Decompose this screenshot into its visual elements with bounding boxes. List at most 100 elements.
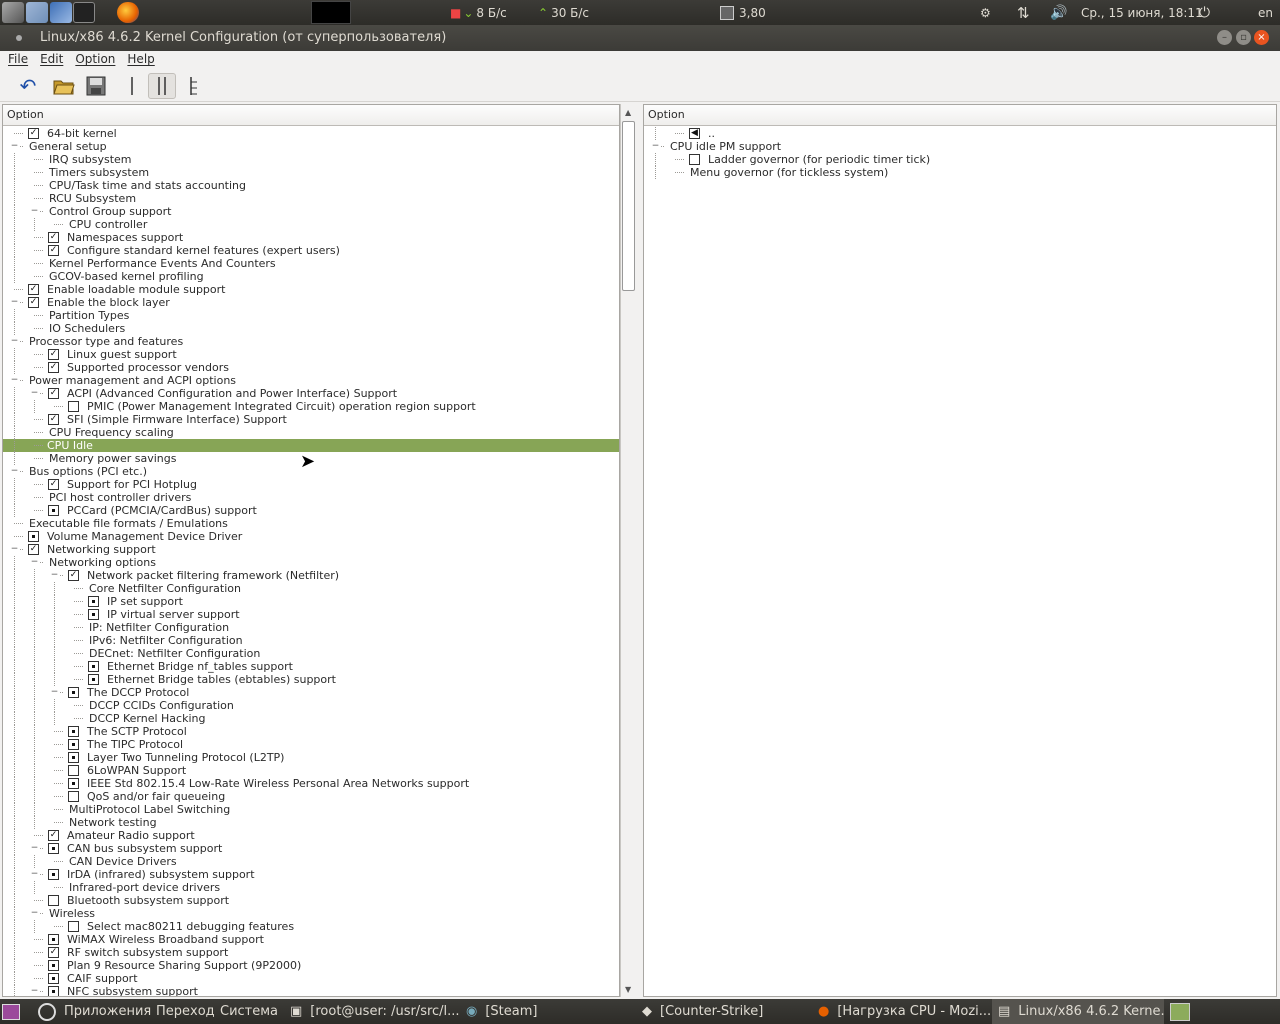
tree-row[interactable]: Executable file formats / Emulations xyxy=(3,517,619,530)
collapse-icon[interactable]: − xyxy=(10,142,19,152)
tree-row[interactable]: ✓ SFI (Simple Firmware Interface) Support xyxy=(3,413,619,426)
keyboard-layout[interactable]: en xyxy=(1258,0,1273,25)
module-checkbox[interactable] xyxy=(68,752,79,763)
collapse-icon[interactable]: − xyxy=(651,142,660,152)
menu-help[interactable]: Help xyxy=(123,51,158,70)
collapse-icon[interactable]: − xyxy=(10,467,19,477)
empty-checkbox[interactable] xyxy=(68,401,79,412)
tree-row[interactable]: 6LoWPAN Support xyxy=(3,764,619,777)
task-firefox[interactable]: ● [Нагрузка CPU - Mozi... xyxy=(818,999,990,1024)
checked-checkbox[interactable]: ✓ xyxy=(48,362,59,373)
tree-row[interactable]: − CAN bus subsystem support xyxy=(3,842,619,855)
tree-row[interactable]: − Wireless xyxy=(3,907,619,920)
tree-row[interactable]: CPU/Task time and stats accounting xyxy=(3,179,619,192)
module-checkbox[interactable] xyxy=(48,843,59,854)
tree-row[interactable]: ✓ Configure standard kernel features (exp… xyxy=(3,244,619,257)
module-checkbox[interactable] xyxy=(68,687,79,698)
scrollbar-thumb[interactable] xyxy=(622,121,635,291)
tree-row[interactable]: Menu governor (for tickless system) xyxy=(644,166,1276,179)
full-view-icon[interactable] xyxy=(180,73,208,99)
network-transfer-icon[interactable]: ⇅ xyxy=(1017,0,1030,25)
minimize-icon[interactable]: – xyxy=(1217,30,1232,45)
module-checkbox[interactable] xyxy=(88,661,99,672)
single-view-icon[interactable] xyxy=(118,73,146,99)
files-launcher-icon[interactable] xyxy=(26,2,48,23)
checked-checkbox[interactable]: ✓ xyxy=(48,414,59,425)
tree-row[interactable]: ✓ Support for PCI Hotplug xyxy=(3,478,619,491)
collapse-icon[interactable]: − xyxy=(50,688,59,698)
checked-checkbox[interactable]: ✓ xyxy=(48,830,59,841)
tree-row[interactable]: Core Netfilter Configuration xyxy=(3,582,619,595)
tree-row[interactable]: − Power management and ACPI options xyxy=(3,374,619,387)
split-view-icon[interactable] xyxy=(148,73,176,99)
right-column-header[interactable]: Option xyxy=(644,105,1276,126)
window-titlebar[interactable]: Linux/x86 4.6.2 Kernel Configuration (от… xyxy=(0,25,1280,51)
tools-launcher-icon[interactable] xyxy=(2,2,24,23)
tree-row[interactable]: Infrared-port device drivers xyxy=(3,881,619,894)
system-menu[interactable]: Система xyxy=(220,999,278,1024)
empty-checkbox[interactable] xyxy=(689,154,700,165)
tree-row[interactable]: − ✓ Network packet filtering framework (Ne… xyxy=(3,569,619,582)
module-checkbox[interactable] xyxy=(48,505,59,516)
empty-checkbox[interactable] xyxy=(68,765,79,776)
tree-row[interactable]: − Control Group support xyxy=(3,205,619,218)
empty-checkbox[interactable] xyxy=(48,895,59,906)
tree-row[interactable]: − Networking options xyxy=(3,556,619,569)
system-monitor-graph[interactable] xyxy=(311,1,351,24)
checked-checkbox[interactable]: ✓ xyxy=(28,128,39,139)
tree-row[interactable]: ✓ Enable loadable module support xyxy=(3,283,619,296)
tree-row[interactable]: DCCP CCIDs Configuration xyxy=(3,699,619,712)
firefox-launcher-icon[interactable] xyxy=(117,2,139,23)
tree-row[interactable]: Ethernet Bridge nf_tables support xyxy=(3,660,619,673)
tree-row[interactable]: DECnet: Netfilter Configuration xyxy=(3,647,619,660)
tree-row[interactable]: − Processor type and features xyxy=(3,335,619,348)
module-checkbox[interactable] xyxy=(48,869,59,880)
checked-checkbox[interactable]: ✓ xyxy=(28,284,39,295)
tree-row[interactable]: − General setup xyxy=(3,140,619,153)
tree-row[interactable]: WiMAX Wireless Broadband support xyxy=(3,933,619,946)
tree-row[interactable]: IP: Netfilter Configuration xyxy=(3,621,619,634)
module-checkbox[interactable] xyxy=(28,531,39,542)
back-icon[interactable]: ◀ xyxy=(689,128,700,139)
scroll-up-icon[interactable]: ▲ xyxy=(625,108,631,117)
tree-row[interactable]: The TIPC Protocol xyxy=(3,738,619,751)
empty-checkbox[interactable] xyxy=(68,921,79,932)
tree-row[interactable]: CPU controller xyxy=(3,218,619,231)
tree-row[interactable]: Timers subsystem xyxy=(3,166,619,179)
tree-row[interactable]: CPU Frequency scaling xyxy=(3,426,619,439)
undo-icon[interactable]: ↶ xyxy=(14,73,42,99)
volume-icon[interactable]: 🔊 xyxy=(1050,0,1067,25)
tree-row[interactable]: The SCTP Protocol xyxy=(3,725,619,738)
net-down-indicator[interactable]: ■ ⌄ 8 Б/с xyxy=(450,0,507,25)
task-counter-strike[interactable]: ◆ [Counter-Strike] xyxy=(642,999,812,1024)
left-scrollbar[interactable]: ▲ ▼ xyxy=(620,104,636,997)
tree-row[interactable]: − NFC subsystem support xyxy=(3,985,619,996)
tree-row[interactable]: IRQ subsystem xyxy=(3,153,619,166)
tree-row[interactable]: MultiProtocol Label Switching xyxy=(3,803,619,816)
tree-row[interactable]: Ladder governor (for periodic timer tick… xyxy=(644,153,1276,166)
checked-checkbox[interactable]: ✓ xyxy=(48,947,59,958)
open-icon[interactable] xyxy=(50,73,78,99)
tree-row[interactable]: CAN Device Drivers xyxy=(3,855,619,868)
collapse-icon[interactable]: − xyxy=(10,298,19,308)
module-checkbox[interactable] xyxy=(68,726,79,737)
tree-row[interactable]: IP set support xyxy=(3,595,619,608)
collapse-icon[interactable]: − xyxy=(30,909,39,919)
menu-edit[interactable]: Edit xyxy=(36,51,67,70)
tree-row[interactable]: RCU Subsystem xyxy=(3,192,619,205)
collapse-icon[interactable]: − xyxy=(30,389,39,399)
module-checkbox[interactable] xyxy=(88,674,99,685)
tree-row[interactable]: IP virtual server support xyxy=(3,608,619,621)
tree-row[interactable]: IEEE Std 802.15.4 Low-Rate Wireless Pers… xyxy=(3,777,619,790)
virtualbox-launcher-icon[interactable] xyxy=(50,2,72,23)
tree-row[interactable]: ◀.. xyxy=(644,127,1276,140)
steam-tray-icon[interactable]: ⚙ xyxy=(980,0,991,25)
tree-row[interactable]: Partition Types xyxy=(3,309,619,322)
module-checkbox[interactable] xyxy=(48,960,59,971)
checked-checkbox[interactable]: ✓ xyxy=(48,349,59,360)
power-icon[interactable]: ⏻ xyxy=(1199,0,1210,25)
net-up-indicator[interactable]: ⌃ 30 Б/с xyxy=(538,0,589,25)
terminal-launcher-icon[interactable] xyxy=(73,2,95,23)
tree-row[interactable]: IPv6: Netfilter Configuration xyxy=(3,634,619,647)
collapse-icon[interactable]: − xyxy=(30,987,39,996)
